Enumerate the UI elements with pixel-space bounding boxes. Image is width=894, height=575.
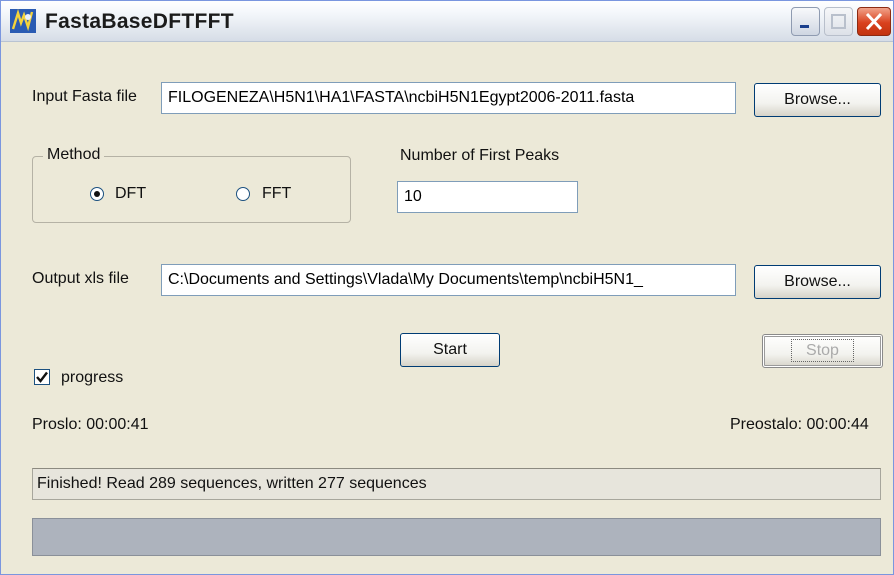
dft-radio[interactable] [90,187,104,201]
dft-radio-label[interactable]: DFT [115,185,146,203]
minimize-icon [800,25,809,28]
method-groupbox [32,156,351,223]
checkmark-icon [36,371,48,383]
input-file-label: Input Fasta file [32,88,137,105]
peaks-label: Number of First Peaks [400,147,560,164]
method-group-label: Method [43,146,105,164]
progress-bar [32,518,881,556]
minimize-button[interactable] [791,7,820,36]
stop-button[interactable]: Stop [762,334,883,368]
maximize-icon [831,14,846,29]
close-button[interactable] [857,7,891,36]
maximize-button[interactable] [824,7,853,36]
input-file-field[interactable]: FILOGENEZA\H5N1\HA1\FASTA\ncbiH5N1Egypt2… [161,82,736,114]
progress-checkbox[interactable] [34,369,50,385]
stop-button-label: Stop [791,339,854,362]
output-file-field[interactable]: C:\Documents and Settings\Vlada\My Docum… [161,264,736,296]
elapsed-time: Proslo: 00:00:41 [32,416,149,433]
input-browse-button[interactable]: Browse... [754,83,881,117]
progress-checkbox-label[interactable]: progress [61,369,123,387]
main-window: FastaBaseDFTFFT Input Fasta file FILOGEN… [0,0,894,575]
start-button[interactable]: Start [400,333,500,367]
fft-radio[interactable] [236,187,250,201]
title-bar[interactable]: FastaBaseDFTFFT [1,1,893,42]
status-message: Finished! Read 289 sequences, written 27… [32,468,881,500]
window-title: FastaBaseDFTFFT [45,10,234,33]
app-icon [10,9,36,33]
peaks-input[interactable]: 10 [397,181,578,213]
close-icon [865,12,883,31]
output-browse-button[interactable]: Browse... [754,265,881,299]
output-file-label: Output xls file [32,270,129,287]
remaining-time: Preostalo: 00:00:44 [730,416,869,433]
fft-radio-label[interactable]: FFT [262,185,291,203]
